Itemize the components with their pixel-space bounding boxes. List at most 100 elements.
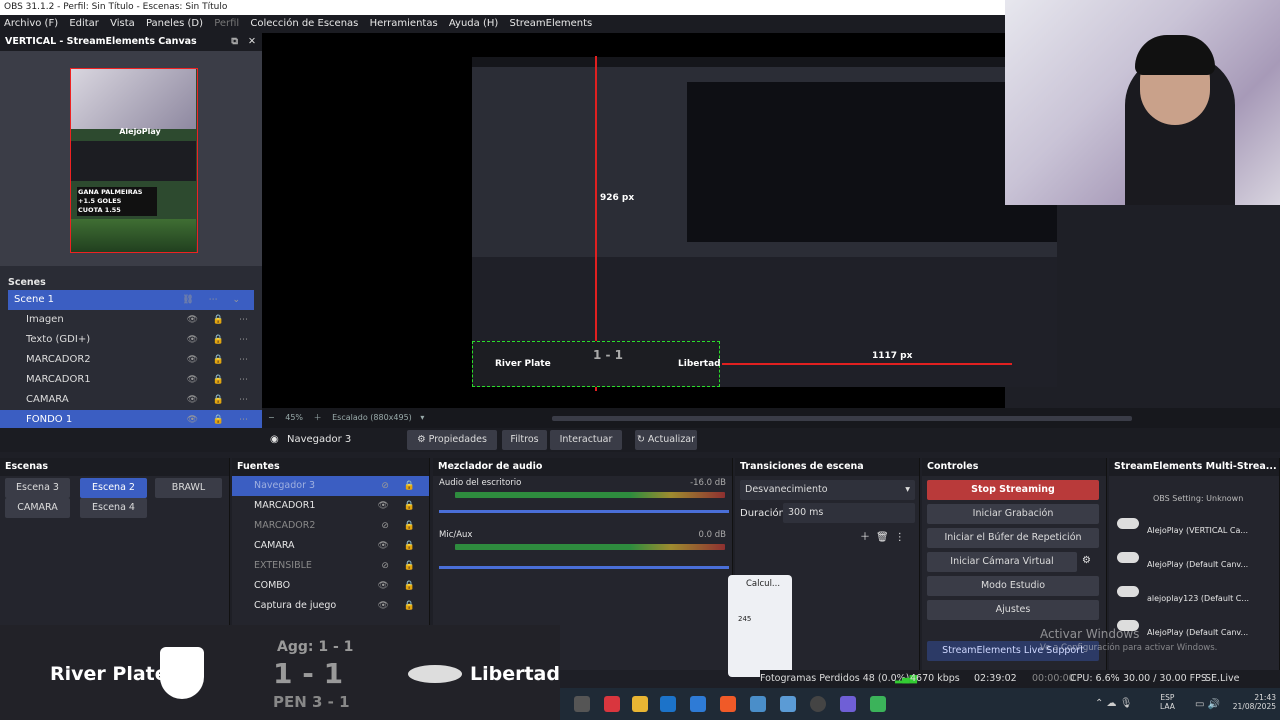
scene-item-imagen[interactable]: Imagen 👁 🔒 ⋯ [0,310,262,330]
transition-value: Desvanecimiento [745,484,828,495]
scene-item-marcador1[interactable]: MARCADOR1 👁 🔒 ⋯ [0,370,262,390]
eye-lock-icons[interactable]: 👁 🔒 ⋯ [187,350,254,370]
scene-item-camara[interactable]: CAMARA 👁 🔒 ⋯ [0,390,262,410]
duration-input[interactable]: 300 ms [783,503,915,523]
eye-lock-icons[interactable]: 👁 🔒 ⋯ [187,390,254,410]
clock[interactable]: 21:43 21/08/2025 [1228,693,1276,711]
interact-button[interactable]: Interactuar [550,430,622,450]
app-icon[interactable] [870,696,886,712]
scene-button-escena3[interactable]: Escena 3 [5,478,70,498]
source-item[interactable]: Navegador 3 ⊘ 🔒 [232,476,429,496]
scene-item-texto[interactable]: Texto (GDI+) 👁 🔒 ⋯ [0,330,262,350]
nested-preview [687,82,1057,242]
transition-actions[interactable]: ＋🗑⋮ [860,528,911,543]
transition-select[interactable]: Desvanecimiento ▾ [740,480,915,500]
task-view-icon[interactable] [574,696,590,712]
menu-streamelements[interactable]: StreamElements [509,18,592,29]
preview-scrollbar[interactable] [552,416,1132,421]
multistream-title: StreamElements Multi-Strea... [1109,458,1279,476]
eye-lock-icons[interactable]: 👁 🔒 ⋯ [187,330,254,350]
menu-vista[interactable]: Vista [110,18,135,29]
virtual-camera-button[interactable]: Iniciar Cámara Virtual [927,552,1077,572]
escenas-dock: Escenas Escena 3 Escena 2 BRAWL CAMARA E… [0,458,230,625]
eye-lock-icons[interactable]: 👁 🔒 [378,576,422,596]
source-item[interactable]: COMBO 👁 🔒 [232,576,429,596]
calculator-thumbnail[interactable]: Calcul... 245 [728,575,792,677]
toggle-switch[interactable] [1117,552,1139,563]
source-item[interactable]: EXTENSIBLE ⊘ 🔒 [232,556,429,576]
eye-lock-icons[interactable]: 👁 🔒 ⋯ [187,410,254,430]
discord-icon[interactable] [840,696,856,712]
scene-button-escena2[interactable]: Escena 2 [80,478,147,498]
toggle-switch[interactable] [1117,586,1139,597]
folder-icon[interactable] [632,696,648,712]
channel-db-desktop: -16.0 dB [690,478,726,488]
transitions-title: Transiciones de escena [735,458,919,476]
scale-label[interactable]: Escalado (880x495) [332,413,412,422]
float-icon[interactable]: ⧉ [231,33,238,51]
source-item[interactable]: Captura de juego 👁 🔒 [232,596,429,616]
eye-off-lock-icons[interactable]: ⊘ 🔒 [381,476,421,496]
volume-slider-mic[interactable] [439,566,729,569]
menu-archivo[interactable]: Archivo (F) [4,18,58,29]
filters-button[interactable]: Filtros [502,430,547,450]
eye-off-lock-icons[interactable]: ⊘ 🔒 [381,556,421,576]
channel-db-mic: 0.0 dB [698,530,726,540]
vertical-canvas-frame[interactable]: AlejoPlay GANA PALMEIRAS +1.5 GOLES CUOT… [70,68,198,253]
gear-icon[interactable]: ⚙ [1082,555,1091,566]
promo-line-3: CUOTA 1.55 [78,206,121,214]
preview-scoreboard-selected[interactable]: River Plate 1 - 1 Libertad [472,341,721,387]
properties-button[interactable]: ⚙ Propiedades [407,430,497,450]
close-icon[interactable]: ✕ [248,33,256,51]
app-icon[interactable] [604,696,620,712]
main-preview[interactable]: 926 px 1117 px River Plate 1 - 1 Liberta… [262,33,1057,408]
menu-coleccion[interactable]: Colección de Escenas [250,18,358,29]
scene-item-scene-1[interactable]: Scene 1 ⛓ ⋯ ⌄ [8,290,254,310]
app-icon[interactable] [780,696,796,712]
menu-paneles[interactable]: Paneles (D) [146,18,203,29]
toggle-switch[interactable] [1117,518,1139,529]
obs-icon[interactable] [810,696,826,712]
studio-mode-button[interactable]: Modo Estudio [927,576,1099,596]
eye-lock-icons[interactable]: 👁 🔒 ⋯ [187,310,254,330]
chevron-down-icon[interactable]: ▾ [420,413,424,422]
scene-item-fondo1[interactable]: FONDO 1 👁 🔒 ⋯ [0,410,262,430]
volume-slider-desktop[interactable] [439,510,729,513]
settings-button[interactable]: Ajustes [927,600,1099,620]
scoreboard-pens: PEN 3 - 1 [273,693,350,711]
scene-item-marcador2[interactable]: MARCADOR2 👁 🔒 ⋯ [0,350,262,370]
eye-lock-icons[interactable]: 👁 🔒 [378,536,422,556]
zoom-out-icon[interactable]: − [268,413,275,422]
stop-streaming-button[interactable]: Stop Streaming [927,480,1099,500]
menu-ayuda[interactable]: Ayuda (H) [449,18,498,29]
menu-perfil[interactable]: Perfil [214,18,239,29]
replay-buffer-button[interactable]: Iniciar el Búfer de Repetición [927,528,1099,548]
refresh-button[interactable]: ↻ Actualizar [635,430,697,450]
tray-icons[interactable]: ⌃ ☁ 🎙 [1095,698,1132,709]
zoom-in-icon[interactable]: ＋ [314,413,322,422]
source-item[interactable]: MARCADOR1 👁 🔒 [232,496,429,516]
menu-herramientas[interactable]: Herramientas [370,18,438,29]
outlook-icon[interactable] [660,696,676,712]
scoreboard-agg: Agg: 1 - 1 [277,639,354,655]
source-item[interactable]: CAMARA 👁 🔒 [232,536,429,556]
brave-icon[interactable] [720,696,736,712]
eye-lock-icons[interactable]: 👁 🔒 ⋯ [187,370,254,390]
language-indicator[interactable]: ESP LAA [1160,693,1175,711]
eye-lock-icons[interactable]: 👁 🔒 [378,596,422,616]
store-icon[interactable] [690,696,706,712]
calculator-icon[interactable] [750,696,766,712]
scene-item-label: Scene 1 [14,294,55,305]
menu-editar[interactable]: Editar [69,18,99,29]
scene-button-brawl[interactable]: BRAWL [155,478,222,498]
row-actions-icon[interactable]: ⛓ ⋯ ⌄ [182,290,246,310]
globe-icon: ◉ [270,434,279,445]
scene-button-escena4[interactable]: Escena 4 [80,498,147,518]
source-item[interactable]: MARCADOR2 ⊘ 🔒 [232,516,429,536]
eye-lock-icons[interactable]: 👁 🔒 [378,496,422,516]
eye-off-lock-icons[interactable]: ⊘ 🔒 [381,516,421,536]
scene-button-camara[interactable]: CAMARA [5,498,70,518]
network-volume-icons[interactable]: ▭ 🔊 [1195,699,1220,710]
start-recording-button[interactable]: Iniciar Grabación [927,504,1099,524]
preview-score: 1 - 1 [593,348,624,362]
